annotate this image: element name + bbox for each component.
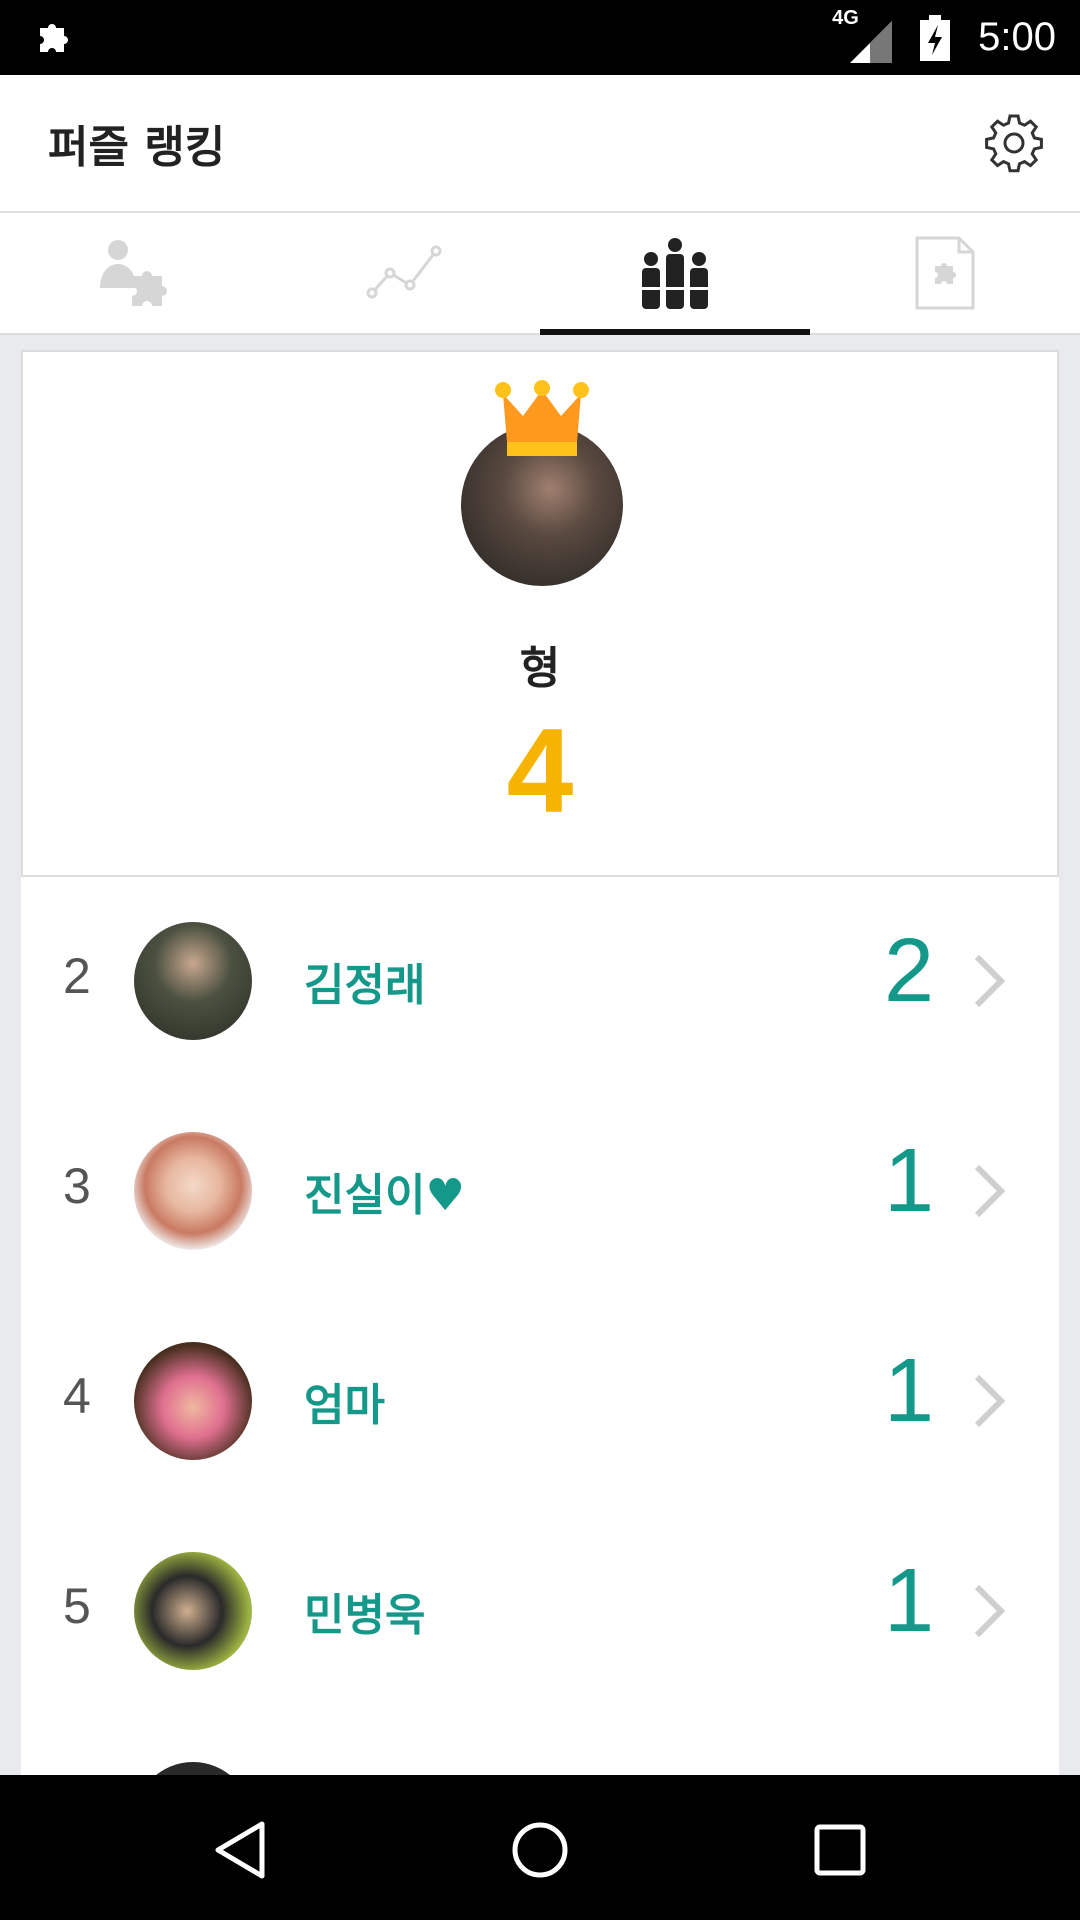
puzzle-document-icon [915, 236, 975, 310]
chevron-right-icon [974, 954, 1006, 1008]
tab-ranking[interactable] [540, 213, 810, 335]
rank-number: 2 [63, 948, 91, 1004]
avatar [134, 922, 252, 1040]
tab-statistics[interactable] [270, 213, 540, 333]
back-button[interactable] [200, 1810, 280, 1890]
player-score: 1 [883, 1131, 934, 1231]
battery-charging-icon [920, 14, 951, 61]
top-ranker-card[interactable]: 형 4 [21, 350, 1059, 877]
cell-signal-icon: 4G [832, 7, 893, 63]
list-item[interactable]: 2 김정래 2 [21, 875, 1059, 1085]
back-triangle-icon [215, 1821, 265, 1879]
list-item[interactable]: 4 엄마 1 [21, 1295, 1059, 1505]
chevron-right-icon [974, 1164, 1006, 1218]
system-nav-bar [0, 1775, 1080, 1920]
line-chart-icon [366, 245, 442, 299]
avatar [134, 1342, 252, 1460]
ranking-people-icon [639, 238, 711, 309]
avatar [134, 1132, 252, 1250]
page-title: 퍼즐 랭킹 [48, 122, 226, 173]
avatar [134, 1552, 252, 1670]
list-item[interactable]: 5 민병욱 1 [21, 1505, 1059, 1715]
list-item[interactable]: 3 진실이♥ 1 [21, 1085, 1059, 1295]
crown-icon [495, 380, 589, 456]
puzzle-notification-icon [40, 24, 68, 52]
app-bar: 퍼즐 랭킹 [0, 75, 1080, 213]
list-item[interactable] [21, 1715, 1059, 1777]
rank-number: 3 [63, 1158, 91, 1214]
ranking-content: 형 4 2 김정래 2 3 진실이♥ 1 4 엄마 1 5 민병욱 1 [21, 350, 1059, 1777]
player-name: 진실이♥ [304, 1170, 465, 1221]
rank-number: 5 [63, 1578, 91, 1634]
home-button[interactable] [500, 1810, 580, 1890]
top-ranker-score: 4 [506, 704, 574, 838]
chevron-right-icon [974, 1374, 1006, 1428]
settings-button[interactable] [978, 107, 1050, 179]
player-score: 1 [883, 1551, 934, 1651]
tab-my-puzzles[interactable] [0, 213, 270, 333]
gear-icon [985, 114, 1043, 173]
home-circle-icon [512, 1822, 568, 1878]
tab-puzzle-records[interactable] [810, 213, 1080, 333]
rank-number: 4 [63, 1368, 91, 1424]
chevron-right-icon [974, 1584, 1006, 1638]
player-score: 1 [883, 1341, 934, 1441]
player-score: 2 [883, 921, 934, 1021]
player-name: 엄마 [304, 1380, 385, 1431]
status-time: 5:00 [978, 15, 1056, 59]
tab-bar [0, 213, 1080, 335]
recents-button[interactable] [800, 1810, 880, 1890]
player-name: 민병욱 [304, 1590, 426, 1641]
recents-square-icon [814, 1824, 866, 1876]
network-type-label: 4G [832, 6, 859, 29]
player-name: 김정래 [304, 960, 426, 1011]
ranking-list: 2 김정래 2 3 진실이♥ 1 4 엄마 1 5 민병욱 1 [21, 875, 1059, 1777]
person-puzzle-icon [100, 240, 167, 306]
status-bar: 4G 5:00 [0, 0, 1080, 75]
top-ranker-name: 형 [519, 643, 561, 694]
